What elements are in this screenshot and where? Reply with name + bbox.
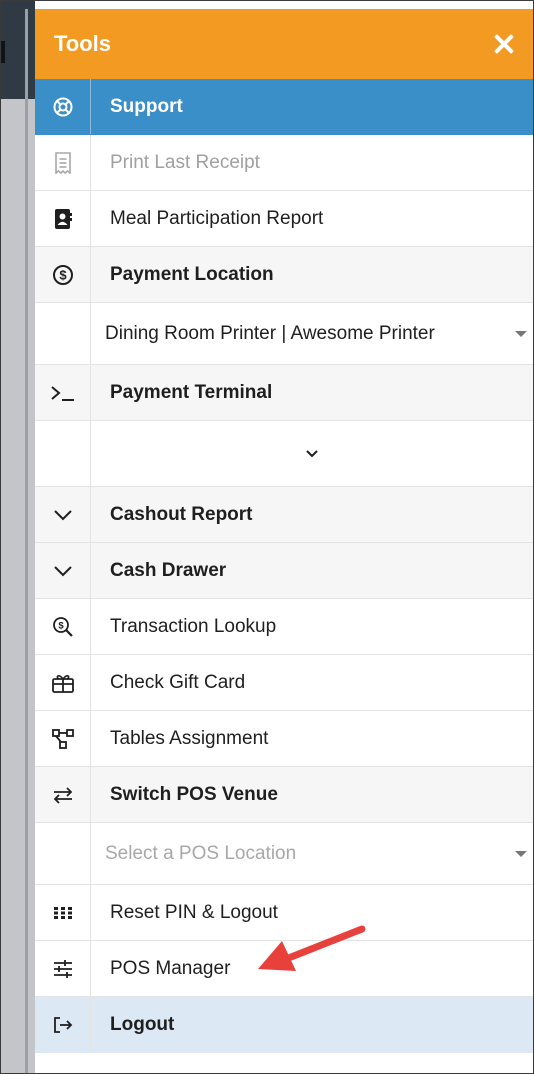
menu-item-label: Meal Participation Report: [110, 207, 324, 229]
background-page: [1, 1, 35, 1073]
section-label: Switch POS Venue: [110, 783, 278, 805]
menu-item-check-gift-card[interactable]: Check Gift Card: [35, 655, 533, 711]
payment-terminal-select[interactable]: [91, 421, 533, 486]
caret-down-icon: [515, 330, 527, 337]
drawer-header: Tools: [35, 9, 533, 79]
drawer-title: Tools: [54, 31, 112, 56]
close-icon[interactable]: [491, 31, 517, 57]
section-cashout-report[interactable]: Cashout Report: [35, 487, 533, 543]
terminal-prompt-icon: [35, 365, 91, 420]
svg-text:$: $: [58, 620, 64, 631]
pos-location-select[interactable]: Select a POS Location: [91, 823, 533, 884]
logout-icon: [35, 997, 91, 1052]
empty-icon-cell: [35, 421, 91, 486]
payment-location-value: Dining Room Printer | Awesome Printer: [105, 322, 435, 344]
menu-item-label: Print Last Receipt: [110, 151, 260, 173]
app-window: Tools Support Print Last Receipt Meal Pa…: [0, 0, 534, 1074]
chevron-down-icon: [35, 543, 91, 598]
section-label: Cash Drawer: [110, 559, 227, 581]
menu-item-label: Check Gift Card: [110, 671, 246, 693]
background-header: [1, 1, 35, 99]
payment-terminal-select-row: [35, 421, 533, 487]
menu-item-reset-pin-logout[interactable]: Reset PIN & Logout: [35, 885, 533, 941]
lifebuoy-icon: [35, 79, 91, 134]
menu-item-transaction-lookup[interactable]: $ Transaction Lookup: [35, 599, 533, 655]
pos-location-select-row: Select a POS Location: [35, 823, 533, 885]
pos-location-placeholder: Select a POS Location: [105, 842, 297, 864]
menu-item-logout[interactable]: Logout: [35, 997, 533, 1053]
background-divider: [25, 9, 28, 1073]
menu-item-label: Support: [110, 95, 183, 117]
chevron-down-icon: [306, 449, 318, 457]
swap-arrows-icon: [35, 767, 91, 822]
dollar-circle-icon: $: [35, 247, 91, 302]
section-label: Cashout Report: [110, 503, 253, 525]
menu-item-pos-manager[interactable]: POS Manager: [35, 941, 533, 997]
payment-location-select[interactable]: Dining Room Printer | Awesome Printer: [91, 303, 533, 364]
menu-item-tables-assignment[interactable]: Tables Assignment: [35, 711, 533, 767]
caret-down-icon: [515, 850, 527, 857]
keypad-grid-icon: [35, 885, 91, 940]
menu-item-label: POS Manager: [110, 957, 231, 979]
chevron-down-icon: [35, 487, 91, 542]
section-label: Payment Terminal: [110, 381, 273, 403]
svg-text:$: $: [59, 267, 67, 282]
section-label: Payment Location: [110, 263, 274, 285]
sliders-icon: [35, 941, 91, 996]
receipt-icon: [35, 135, 91, 190]
section-switch-pos-venue: Switch POS Venue: [35, 767, 533, 823]
empty-icon-cell: [35, 823, 91, 884]
menu-item-label: Reset PIN & Logout: [110, 901, 278, 923]
empty-icon-cell: [35, 303, 91, 364]
menu-item-support[interactable]: Support: [35, 79, 533, 135]
menu-item-label: Tables Assignment: [110, 727, 269, 749]
section-payment-terminal: Payment Terminal: [35, 365, 533, 421]
gift-card-icon: [35, 655, 91, 710]
menu-item-print-last-receipt[interactable]: Print Last Receipt: [35, 135, 533, 191]
menu-item-label: Logout: [110, 1013, 175, 1035]
background-notch: [1, 41, 5, 63]
section-cash-drawer[interactable]: Cash Drawer: [35, 543, 533, 599]
menu-item-label: Transaction Lookup: [110, 615, 277, 637]
payment-location-select-row: Dining Room Printer | Awesome Printer: [35, 303, 533, 365]
tools-drawer: Tools Support Print Last Receipt Meal Pa…: [35, 9, 533, 1073]
search-dollar-icon: $: [35, 599, 91, 654]
contact-card-icon: [35, 191, 91, 246]
section-payment-location: $ Payment Location: [35, 247, 533, 303]
menu-item-meal-participation-report[interactable]: Meal Participation Report: [35, 191, 533, 247]
hierarchy-icon: [35, 711, 91, 766]
